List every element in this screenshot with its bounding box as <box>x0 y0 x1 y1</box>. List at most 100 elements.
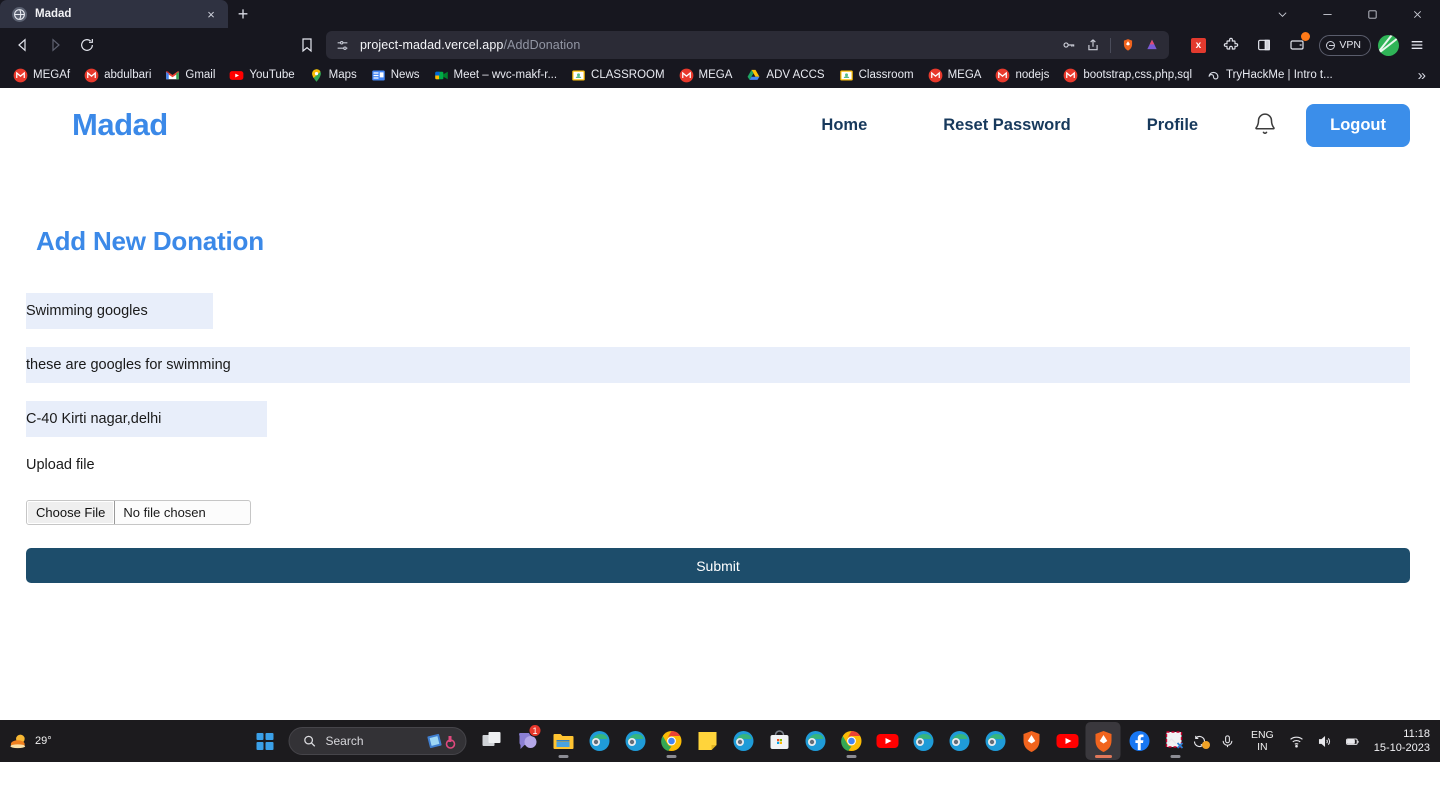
weather-temperature: 29° <box>35 735 52 747</box>
bookmark-item[interactable]: abdulbari <box>77 64 158 86</box>
edge-icon <box>731 729 755 753</box>
brave-shields-icon[interactable] <box>1117 34 1139 56</box>
profile-avatar[interactable] <box>1378 34 1399 56</box>
address-bar[interactable]: project-madad.vercel.app/AddDonation <box>326 31 1170 59</box>
bookmark-item[interactable]: Classroom <box>832 64 921 86</box>
google-drive-icon <box>746 68 761 83</box>
taskbar-app-brave[interactable] <box>1085 722 1121 760</box>
taskbar-app-edge[interactable] <box>798 722 833 760</box>
taskbar-app-edge[interactable] <box>618 722 653 760</box>
adv-accs-icon[interactable] <box>1141 34 1163 56</box>
bookmarks-overflow-button[interactable]: » <box>1410 67 1434 84</box>
bookmark-item[interactable]: bootstrap,css,php,sql <box>1056 64 1199 86</box>
taskbar-app-brave[interactable] <box>1014 722 1049 760</box>
wallet-icon[interactable] <box>1282 31 1312 59</box>
bookmark-label: MEGA <box>947 69 982 81</box>
search-box[interactable]: Search <box>288 727 467 755</box>
taskbar-app-edge[interactable] <box>906 722 941 760</box>
nav-link-home[interactable]: Home <box>783 116 905 135</box>
taskbar-app-chrome[interactable] <box>834 722 869 760</box>
logout-button[interactable]: Logout <box>1306 103 1410 147</box>
bookmark-item[interactable]: ADV ACCS <box>739 64 831 86</box>
puzzle-icon[interactable] <box>1216 31 1246 59</box>
bookmark-item[interactable]: TryHackMe | Intro t... <box>1199 64 1340 86</box>
taskbar-app-file-explorer[interactable] <box>546 722 581 760</box>
bookmark-item[interactable]: Meet – wvc-makf-r... <box>427 64 565 86</box>
donation-form: Upload file Choose File No file chosen S… <box>26 293 1440 583</box>
nav-link-profile[interactable]: Profile <box>1109 116 1236 135</box>
forward-arrow-icon[interactable] <box>40 31 70 59</box>
battery-icon[interactable] <box>1339 720 1367 762</box>
microphone-icon[interactable] <box>1214 720 1242 762</box>
classroom-icon <box>571 68 586 83</box>
taskbar-app-youtube[interactable] <box>870 722 905 760</box>
bookmark-item[interactable]: nodejs <box>988 64 1056 86</box>
url-path: /AddDonation <box>503 38 581 52</box>
speaker-icon[interactable] <box>1311 720 1339 762</box>
nav-link-reset-password[interactable]: Reset Password <box>905 116 1108 135</box>
address-input[interactable] <box>26 401 267 437</box>
gmail-m-icon <box>84 68 99 83</box>
tune-icon[interactable] <box>336 39 352 52</box>
back-arrow-icon[interactable] <box>8 31 38 59</box>
minimize-icon[interactable] <box>1305 0 1350 28</box>
taskbar-app-chat[interactable]: 1 <box>510 722 545 760</box>
taskbar-app-microsoft-store[interactable] <box>762 722 797 760</box>
sidebar-icon[interactable] <box>1249 31 1279 59</box>
bookmark-icon[interactable] <box>292 31 322 59</box>
share-icon[interactable] <box>1082 34 1104 56</box>
taskbar-app-edge[interactable] <box>582 722 617 760</box>
bell-icon[interactable] <box>1252 110 1278 140</box>
bookmark-item[interactable]: MEGA <box>672 64 740 86</box>
main-navigation: Home Reset Password Profile Logout <box>783 103 1410 147</box>
maximize-icon[interactable] <box>1350 0 1395 28</box>
omnibox-actions <box>1058 34 1163 56</box>
bookmark-label: MEGA <box>698 69 733 81</box>
bookmark-item[interactable]: YouTube <box>222 64 301 86</box>
google-news-icon <box>371 68 386 83</box>
file-status-text: No file chosen <box>123 505 206 520</box>
chevron-up-icon[interactable] <box>1158 720 1186 762</box>
taskbar-app-youtube[interactable] <box>1050 722 1085 760</box>
edge-icon <box>947 729 971 753</box>
taskbar-app-chrome[interactable] <box>654 722 689 760</box>
language-indicator[interactable]: ENG IN <box>1242 729 1283 753</box>
clock[interactable]: 11:18 15-10-2023 <box>1367 727 1430 755</box>
taskbar-apps: 1 <box>510 722 1193 760</box>
close-icon[interactable]: × <box>203 6 219 22</box>
taskbar-app-facebook[interactable] <box>1122 722 1157 760</box>
start-button[interactable] <box>248 724 282 758</box>
title-input[interactable] <box>26 293 213 329</box>
bookmark-item[interactable]: Gmail <box>158 64 222 86</box>
weather-widget[interactable]: 29° <box>0 732 62 751</box>
site-logo[interactable]: Madad <box>72 107 168 143</box>
bookmark-item[interactable]: Maps <box>302 64 364 86</box>
extension-x-icon[interactable]: x <box>1183 31 1213 59</box>
bookmark-item[interactable]: MEGA <box>921 64 989 86</box>
onedrive-sync-icon[interactable] <box>1186 720 1214 762</box>
file-input[interactable]: Choose File No file chosen <box>26 500 251 525</box>
description-input[interactable] <box>26 347 1410 383</box>
wifi-icon[interactable] <box>1283 720 1311 762</box>
submit-button[interactable]: Submit <box>26 548 1410 583</box>
taskbar-app-edge[interactable] <box>942 722 977 760</box>
key-icon[interactable] <box>1058 34 1080 56</box>
reload-icon[interactable] <box>72 31 102 59</box>
vpn-button[interactable]: VPN <box>1319 34 1371 56</box>
choose-file-button[interactable]: Choose File <box>27 501 116 524</box>
taskbar-app-sticky-notes[interactable] <box>690 722 725 760</box>
bookmark-label: Meet – wvc-makf-r... <box>453 69 558 81</box>
taskbar-app-edge[interactable] <box>726 722 761 760</box>
google-meet-icon <box>434 68 449 83</box>
taskbar-app-edge[interactable] <box>978 722 1013 760</box>
new-tab-button[interactable]: + <box>228 0 258 28</box>
bookmark-item[interactable]: CLASSROOM <box>564 64 672 86</box>
task-view-button[interactable] <box>474 722 509 760</box>
hamburger-menu-icon[interactable] <box>1402 31 1432 59</box>
upload-file-label: Upload file <box>26 457 95 473</box>
close-window-icon[interactable] <box>1395 0 1440 28</box>
bookmark-item[interactable]: News <box>364 64 427 86</box>
bookmark-item[interactable]: MEGAf <box>6 64 77 86</box>
browser-tab[interactable]: Madad × <box>0 0 228 28</box>
tab-search-chevron-down-icon[interactable] <box>1260 0 1305 28</box>
